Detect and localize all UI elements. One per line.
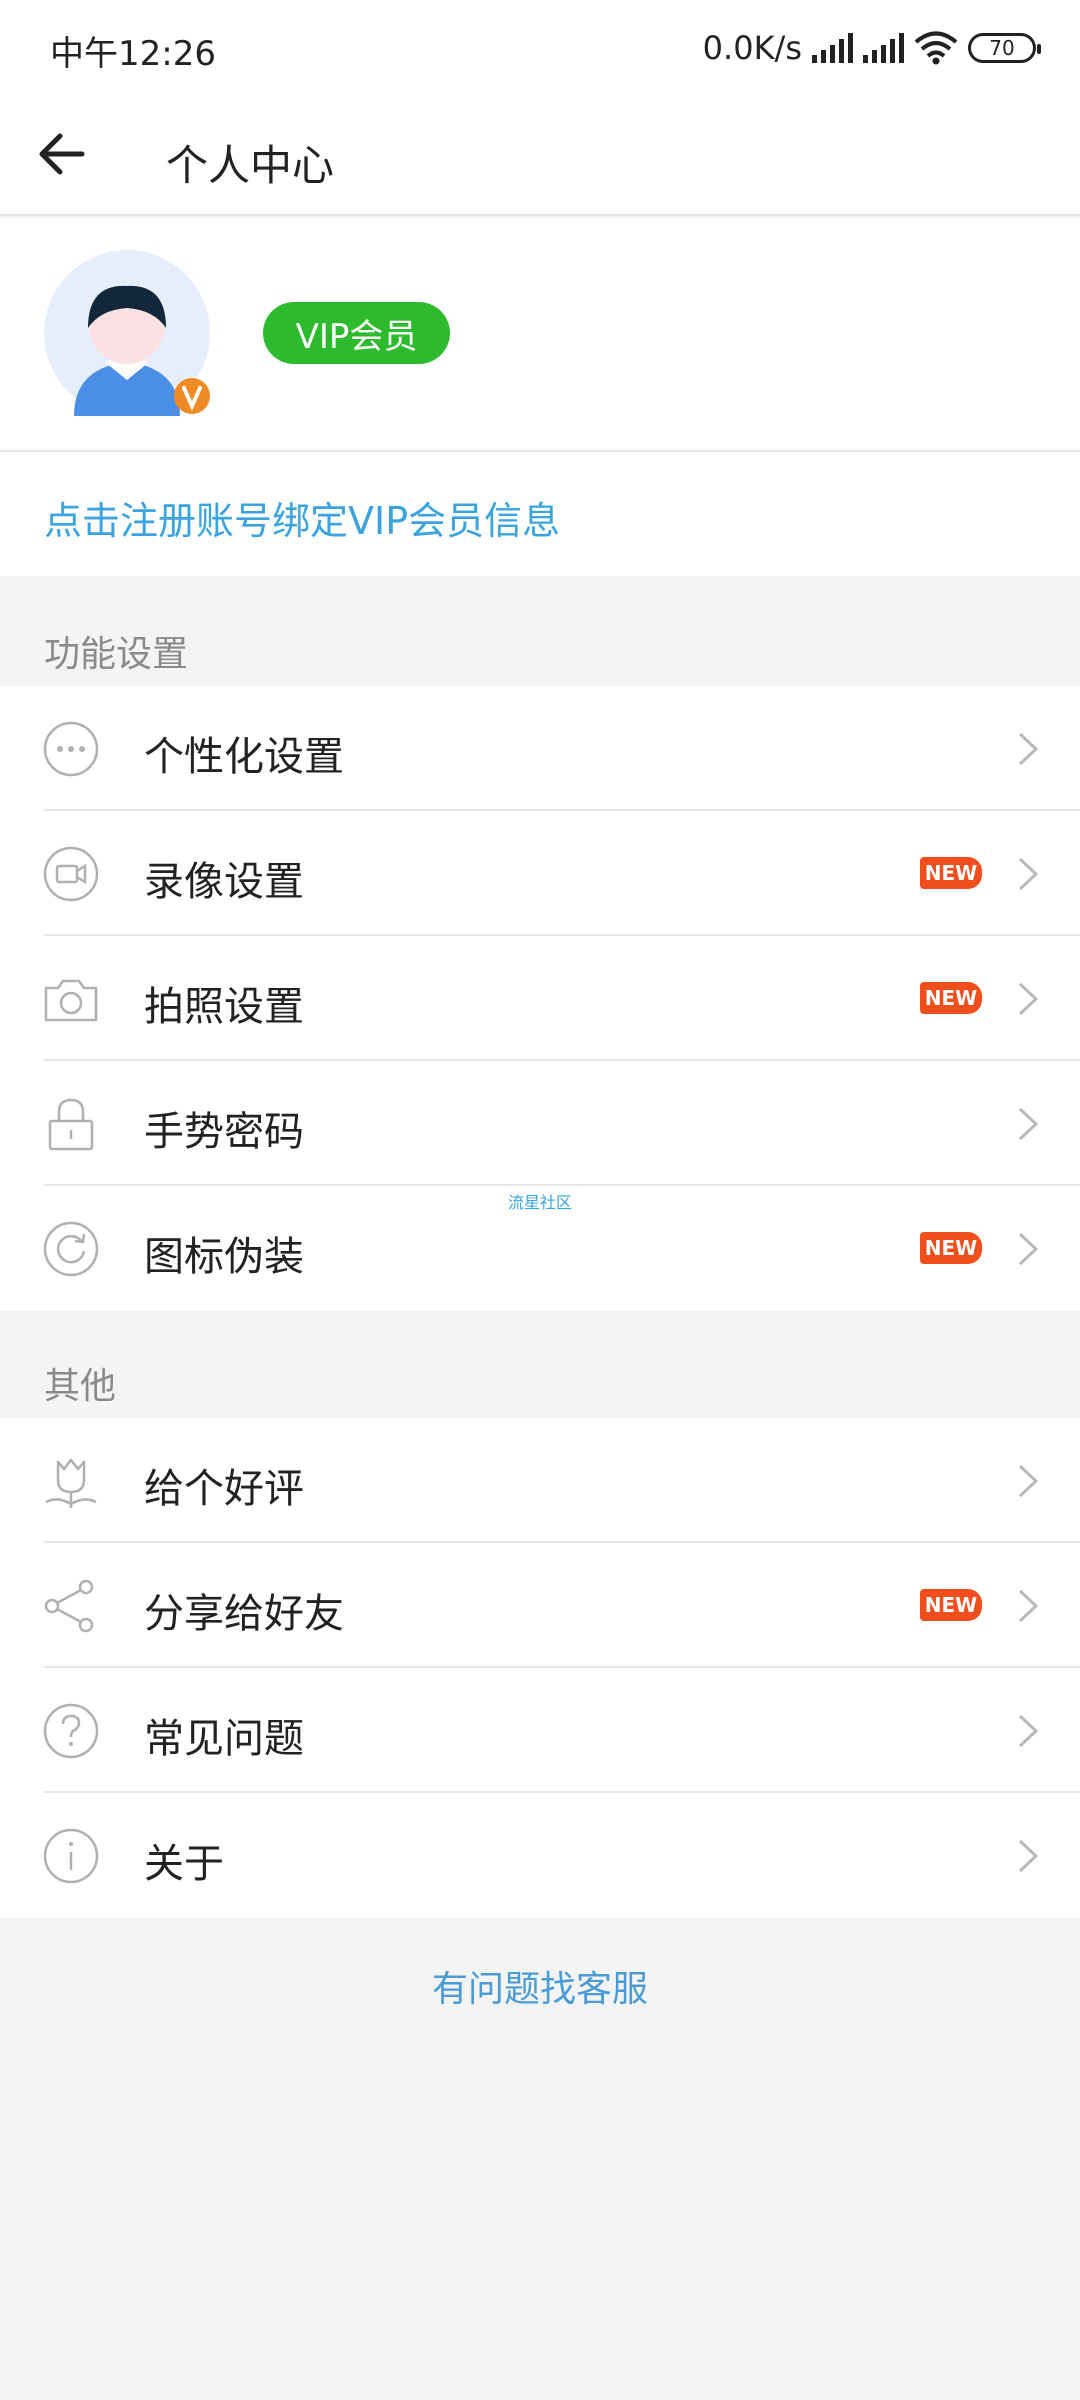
list-item-share[interactable]: 分享给好友 NEW xyxy=(0,1543,1080,1668)
item-label: 常见问题 xyxy=(144,1716,304,1762)
status-indicators: 0.0K/s 70 xyxy=(702,24,1041,72)
chevron-right-icon xyxy=(1018,1589,1039,1623)
item-label: 拍照设置 xyxy=(144,984,304,1030)
app-header: 个人中心 xyxy=(0,96,1080,216)
signal-1-icon xyxy=(812,33,853,63)
battery-indicator: 70 xyxy=(968,33,1041,63)
list-item-gesture-password[interactable]: 手势密码 xyxy=(0,1061,1080,1186)
profile-card: VIP会员 xyxy=(0,218,1080,452)
item-label: 图标伪装 xyxy=(144,1234,304,1280)
others-list: 给个好评 分享给好友 NEW 常见问题 关于 xyxy=(0,1418,1080,1918)
battery-level: 70 xyxy=(989,36,1015,60)
chevron-right-icon xyxy=(1018,1839,1039,1873)
watermark-text: 流星社区 xyxy=(508,1193,573,1212)
wifi-icon xyxy=(914,31,958,65)
list-item-photo-settings[interactable]: 拍照设置 NEW xyxy=(0,936,1080,1061)
refresh-icon xyxy=(43,1221,99,1277)
question-icon xyxy=(43,1703,99,1759)
bind-vip-link-text[interactable]: 点击注册账号绑定VIP会员信息 xyxy=(44,490,560,545)
signal-2-icon xyxy=(863,33,904,63)
video-camera-icon xyxy=(43,846,99,902)
list-item-faq[interactable]: 常见问题 xyxy=(0,1668,1080,1793)
chevron-right-icon xyxy=(1018,1714,1039,1748)
new-badge: NEW xyxy=(920,982,982,1014)
vip-badge[interactable]: VIP会员 xyxy=(263,302,450,364)
item-label: 给个好评 xyxy=(144,1466,304,1512)
new-badge: NEW xyxy=(920,1589,982,1621)
chevron-right-icon xyxy=(1018,857,1039,891)
list-item-about[interactable]: 关于 xyxy=(0,1793,1080,1918)
item-label: 关于 xyxy=(144,1841,224,1887)
section-title-others: 其他 xyxy=(44,1366,117,1407)
features-list: 个性化设置 录像设置 NEW 拍照设置 NEW 手势密码 图标伪装 NEW xyxy=(0,686,1080,1311)
new-badge: NEW xyxy=(920,1232,982,1264)
item-label: 录像设置 xyxy=(144,859,304,905)
chevron-right-icon xyxy=(1018,1232,1039,1266)
chevron-right-icon xyxy=(1018,732,1039,766)
item-label: 分享给好友 xyxy=(144,1591,344,1637)
item-label: 手势密码 xyxy=(144,1109,304,1155)
new-badge: NEW xyxy=(920,857,982,889)
chevron-right-icon xyxy=(1018,982,1039,1016)
status-bar: 中午12:26 0.0K/s 70 xyxy=(0,0,1080,96)
more-dots-icon xyxy=(43,721,99,777)
list-item-video-settings[interactable]: 录像设置 NEW xyxy=(0,811,1080,936)
network-speed: 0.0K/s xyxy=(702,29,802,67)
info-icon xyxy=(43,1828,99,1884)
avatar-icon[interactable] xyxy=(44,250,210,416)
page-title: 个人中心 xyxy=(166,141,335,190)
status-time: 中午12:26 xyxy=(50,34,216,74)
back-arrow-icon[interactable] xyxy=(34,124,94,184)
camera-icon xyxy=(44,979,98,1022)
list-item-rate-app[interactable]: 给个好评 xyxy=(0,1418,1080,1543)
bind-vip-link[interactable]: 点击注册账号绑定VIP会员信息 xyxy=(0,452,1080,576)
chevron-right-icon xyxy=(1018,1107,1039,1141)
item-label: 个性化设置 xyxy=(144,734,344,780)
lock-icon xyxy=(48,1098,94,1151)
customer-service-link[interactable]: 有问题找客服 xyxy=(0,1960,1080,2012)
share-icon xyxy=(44,1579,94,1633)
flower-icon xyxy=(45,1458,97,1508)
chevron-right-icon xyxy=(1018,1464,1039,1498)
list-item-personalization[interactable]: 个性化设置 xyxy=(0,686,1080,811)
section-title-features: 功能设置 xyxy=(44,634,189,675)
